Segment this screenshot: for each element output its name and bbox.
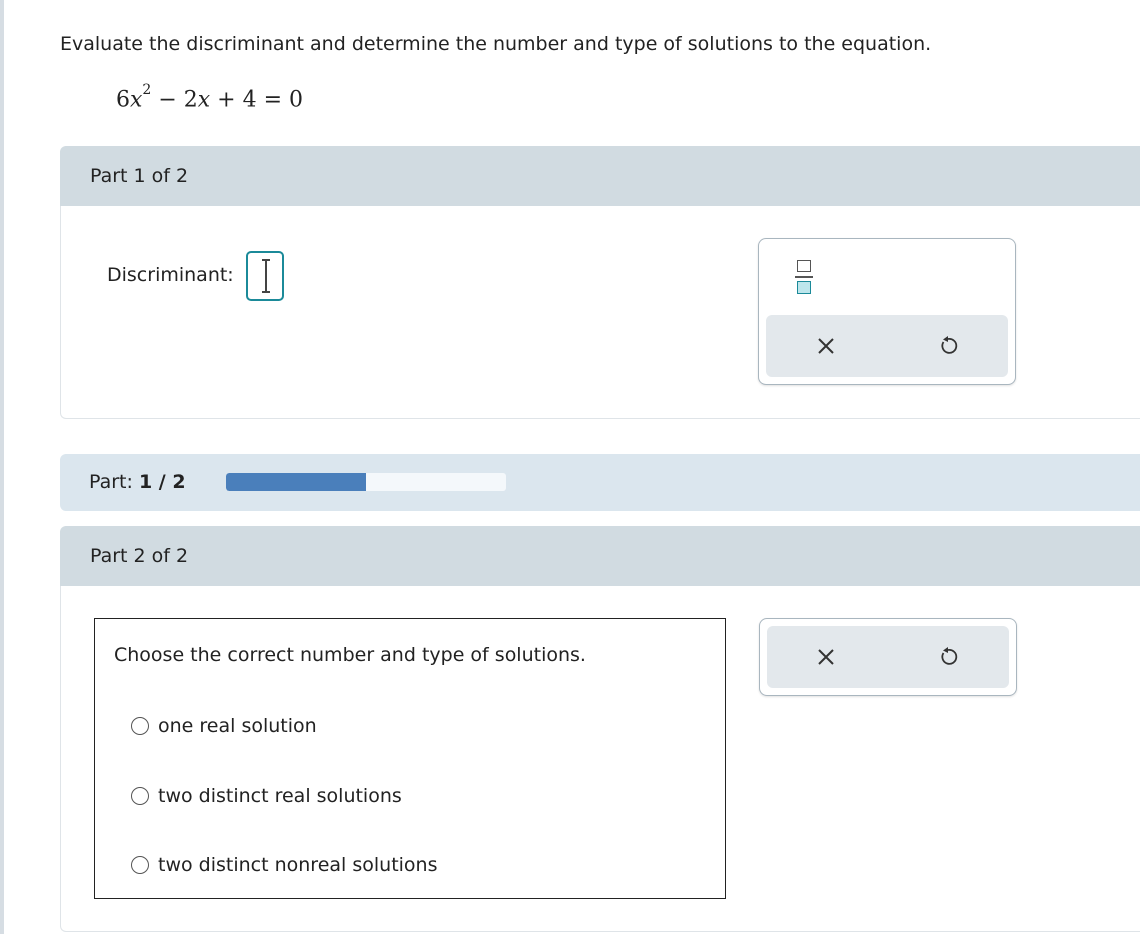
radio-button[interactable] <box>131 787 149 805</box>
part2-tool-panel <box>759 618 1017 696</box>
discriminant-input[interactable] <box>246 251 284 301</box>
progress-fill <box>226 473 366 491</box>
clear-button[interactable] <box>796 315 856 377</box>
undo-icon <box>941 647 958 665</box>
option-one-real[interactable]: one real solution <box>131 715 317 737</box>
part1-tool-bar <box>766 315 1008 377</box>
problem-instruction: Evaluate the discriminant and determine … <box>60 33 932 55</box>
part1-header-label: Part 1 of 2 <box>90 165 189 187</box>
left-rail <box>0 0 4 934</box>
option-two-nonreal[interactable]: two distinct nonreal solutions <box>131 854 438 876</box>
clear-button[interactable] <box>796 626 856 688</box>
fraction-icon <box>797 260 811 272</box>
undo-icon <box>941 336 958 354</box>
progress-strip: Part: 1 / 2 <box>60 454 1140 511</box>
equation-middle: − 2 <box>151 87 198 113</box>
undo-button[interactable] <box>918 626 978 688</box>
radio-button[interactable] <box>131 717 149 735</box>
choice-prompt: Choose the correct number and type of so… <box>114 644 586 666</box>
undo-button[interactable] <box>918 315 978 377</box>
equation-rest: + 4 = 0 <box>210 87 304 113</box>
part2-tool-bar <box>767 626 1009 688</box>
progress-label: Part: 1 / 2 <box>89 471 186 493</box>
part1-tool-panel <box>758 238 1016 385</box>
discriminant-label: Discriminant: <box>107 264 234 286</box>
option-label: two distinct nonreal solutions <box>158 854 438 876</box>
option-two-real[interactable]: two distinct real solutions <box>131 785 402 807</box>
option-label: one real solution <box>158 715 317 737</box>
fraction-button[interactable] <box>795 257 815 297</box>
radio-button[interactable] <box>131 856 149 874</box>
equation-exponent: 2 <box>142 82 152 98</box>
equation-variable: x <box>130 87 143 113</box>
choice-box: Choose the correct number and type of so… <box>94 618 726 899</box>
part2-header: Part 2 of 2 <box>60 526 1140 586</box>
equation-variable-2: x <box>197 87 211 113</box>
part1-header: Part 1 of 2 <box>60 146 1140 206</box>
part2-header-label: Part 2 of 2 <box>90 545 189 567</box>
equation: 6x2 − 2x + 4 = 0 <box>116 82 304 113</box>
equation-coefficient: 6 <box>116 87 130 113</box>
text-cursor-icon <box>262 259 270 293</box>
progress-prefix: Part: <box>89 471 139 493</box>
close-icon <box>818 649 834 665</box>
option-label: two distinct real solutions <box>158 785 402 807</box>
progress-bar <box>226 473 506 491</box>
close-icon <box>818 338 834 354</box>
progress-current: 1 / 2 <box>138 471 186 493</box>
